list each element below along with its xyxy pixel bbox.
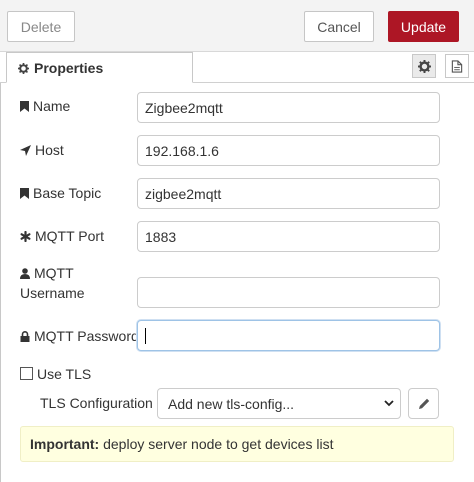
mqtt-password-label: MQTT Password — [20, 327, 139, 345]
gear-icon — [418, 60, 431, 73]
update-button[interactable]: Update — [388, 11, 459, 42]
mqtt-username-label-line1: MQTT — [34, 265, 74, 281]
host-label-text: Host — [35, 142, 64, 158]
cog-icon — [18, 61, 29, 74]
tray-toolbar: Delete Cancel Update — [0, 0, 474, 52]
delete-button[interactable]: Delete — [7, 11, 75, 42]
pencil-icon — [419, 398, 430, 409]
text-caret — [145, 328, 146, 344]
cancel-button[interactable]: Cancel — [304, 11, 374, 42]
mqtt-port-label: MQTT Port — [20, 227, 104, 245]
edit-tls-config-button[interactable] — [408, 388, 439, 419]
mqtt-password-label-text: MQTT Password — [34, 328, 139, 344]
mqtt-username-label: MQTT Username — [20, 263, 85, 303]
bookmark-icon — [20, 187, 29, 199]
mqtt-port-label-text: MQTT Port — [35, 228, 104, 244]
tab-description[interactable] — [445, 54, 469, 78]
tls-configuration-selected: Add new tls-config... — [168, 396, 295, 412]
tls-configuration-label: TLS Configuration — [40, 395, 153, 411]
host-input[interactable] — [137, 135, 440, 166]
tab-properties[interactable]: Properties — [6, 52, 193, 83]
tab-node-settings[interactable] — [412, 54, 436, 78]
bookmark-icon — [20, 100, 29, 112]
chevron-down-icon — [384, 400, 394, 407]
base-topic-label-text: Base Topic — [33, 185, 102, 201]
use-tls-checkbox[interactable] — [20, 367, 33, 380]
mqtt-username-input[interactable] — [137, 277, 440, 308]
name-label-text: Name — [33, 98, 71, 114]
base-topic-input[interactable] — [137, 178, 440, 209]
host-label: Host — [20, 141, 64, 159]
tab-properties-label: Properties — [34, 60, 104, 76]
notice-bold-text: Important: — [30, 436, 100, 452]
notice-text: deploy server node to get devices list — [99, 436, 334, 452]
name-label: Name — [20, 97, 70, 115]
mqtt-username-label-line2: Username — [20, 285, 85, 301]
tls-configuration-select[interactable]: Add new tls-config... — [157, 388, 401, 419]
lock-icon — [20, 330, 30, 342]
location-arrow-icon — [20, 144, 31, 156]
document-icon — [451, 60, 463, 73]
user-icon — [20, 268, 30, 279]
mqtt-password-input[interactable] — [137, 320, 440, 351]
mqtt-port-input[interactable] — [137, 221, 440, 252]
asterisk-icon — [20, 230, 31, 242]
base-topic-label: Base Topic — [20, 184, 101, 202]
important-notice: Important: deploy server node to get dev… — [20, 426, 454, 462]
name-input[interactable] — [137, 92, 440, 123]
use-tls-label: Use TLS — [37, 366, 92, 382]
